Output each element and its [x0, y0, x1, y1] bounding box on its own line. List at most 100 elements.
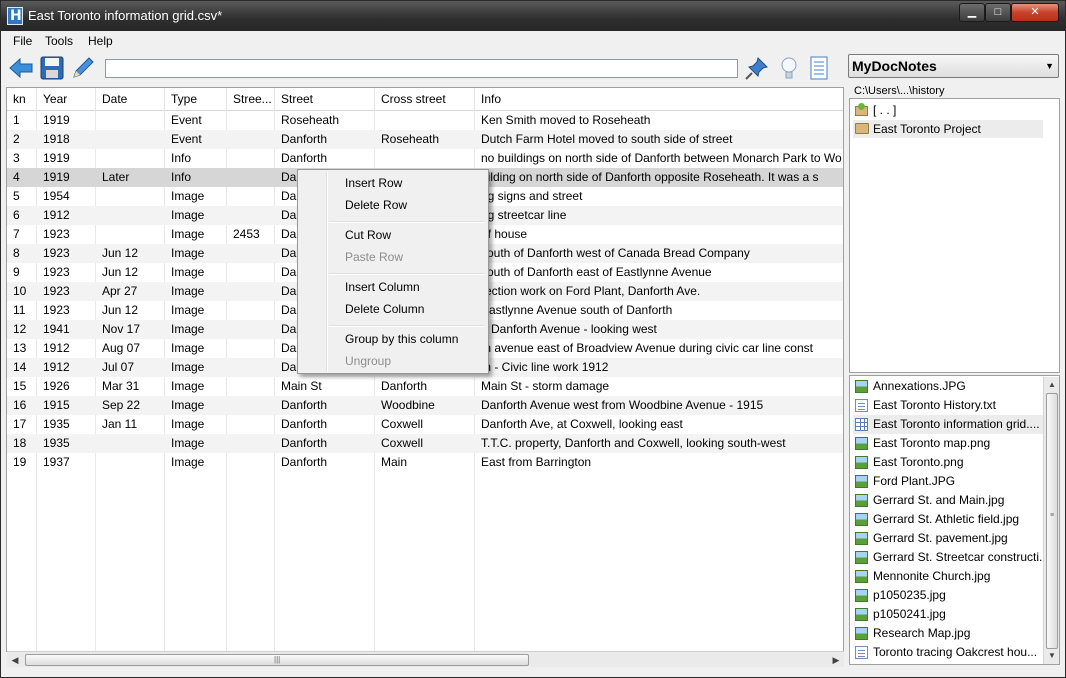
- table-cell[interactable]: 19: [7, 453, 37, 472]
- table-row[interactable]: 18 1935 Image Danforth Coxwell T.T.C. propert…: [7, 434, 843, 453]
- column-header[interactable]: Date: [96, 88, 165, 111]
- table-cell[interactable]: Roseheath: [275, 111, 375, 130]
- table-cell[interactable]: 1918: [37, 130, 96, 149]
- table-cell[interactable]: Danforth: [275, 453, 375, 472]
- table-cell[interactable]: Image: [165, 320, 227, 339]
- file-item[interactable]: p1050241.jpg: [853, 605, 1043, 624]
- table-cell[interactable]: 1935: [37, 415, 96, 434]
- table-cell[interactable]: Event: [165, 111, 227, 130]
- back-arrow-icon[interactable]: [8, 55, 34, 81]
- file-item[interactable]: Ford Plant.JPG: [853, 472, 1043, 491]
- table-cell[interactable]: Jan 11: [96, 415, 165, 434]
- table-cell[interactable]: 14: [7, 358, 37, 377]
- table-cell[interactable]: 15: [7, 377, 37, 396]
- table-cell[interactable]: ng signs and street: [475, 187, 843, 206]
- table-cell[interactable]: 1941: [37, 320, 96, 339]
- table-cell[interactable]: Main: [375, 453, 475, 472]
- table-cell[interactable]: [227, 149, 275, 168]
- table-cell[interactable]: [227, 415, 275, 434]
- table-cell[interactable]: Dutch Farm Hotel moved to south side of …: [475, 130, 843, 149]
- column-header[interactable]: Cross street: [375, 88, 475, 111]
- table-cell[interactable]: 2: [7, 130, 37, 149]
- file-item[interactable]: East Toronto map.png: [853, 434, 1043, 453]
- vertical-scrollbar[interactable]: ▲ ≡ ▼: [1043, 377, 1059, 664]
- table-cell[interactable]: 5: [7, 187, 37, 206]
- table-cell[interactable]: 12: [7, 320, 37, 339]
- save-disk-icon[interactable]: [39, 55, 65, 81]
- table-cell[interactable]: 1935: [37, 434, 96, 453]
- table-row[interactable]: 2 1918 Event Danforth Roseheath Dutch Farm Ho…: [7, 130, 843, 149]
- notes-page-icon[interactable]: [806, 55, 832, 81]
- table-cell[interactable]: th - Civic line work 1912: [475, 358, 843, 377]
- menu-file[interactable]: File: [13, 34, 32, 48]
- table-cell[interactable]: [96, 187, 165, 206]
- file-item[interactable]: Gerrard St. Athletic field.jpg: [853, 510, 1043, 529]
- table-cell[interactable]: 1919: [37, 111, 96, 130]
- table-cell[interactable]: 1937: [37, 453, 96, 472]
- table-cell[interactable]: Event: [165, 130, 227, 149]
- column-header[interactable]: Stree...: [227, 88, 275, 111]
- table-cell[interactable]: 3: [7, 149, 37, 168]
- table-cell[interactable]: 1923: [37, 282, 96, 301]
- minimize-button[interactable]: ▁: [959, 3, 985, 22]
- table-cell[interactable]: [96, 434, 165, 453]
- table-cell[interactable]: [227, 244, 275, 263]
- file-item[interactable]: Gerrard St. pavement.jpg: [853, 529, 1043, 548]
- lightbulb-icon[interactable]: [776, 55, 802, 81]
- table-cell[interactable]: Image: [165, 187, 227, 206]
- table-cell[interactable]: Woodbine: [375, 396, 475, 415]
- table-cell[interactable]: ng streetcar line: [475, 206, 843, 225]
- table-cell[interactable]: Image: [165, 434, 227, 453]
- context-menu-item[interactable]: Delete Column: [300, 299, 486, 320]
- column-header[interactable]: Type: [165, 88, 227, 111]
- table-cell[interactable]: Aug 07: [96, 339, 165, 358]
- scroll-right-icon[interactable]: ▶: [829, 653, 843, 667]
- table-cell[interactable]: Image: [165, 358, 227, 377]
- table-cell[interactable]: 18: [7, 434, 37, 453]
- table-cell[interactable]: 13: [7, 339, 37, 358]
- column-header[interactable]: Info: [475, 88, 843, 111]
- scroll-up-icon[interactable]: ▲: [1045, 378, 1059, 392]
- table-cell[interactable]: Main St - storm damage: [475, 377, 843, 396]
- table-cell[interactable]: Jun 12: [96, 244, 165, 263]
- table-cell[interactable]: 17: [7, 415, 37, 434]
- table-cell[interactable]: [227, 130, 275, 149]
- table-cell[interactable]: East from Barrington: [475, 453, 843, 472]
- table-cell[interactable]: no buildings on north side of Danforth b…: [475, 149, 843, 168]
- close-button[interactable]: ✕: [1011, 3, 1059, 22]
- table-row[interactable]: 3 1919 Info Danforth no buildings on north s…: [7, 149, 843, 168]
- file-item[interactable]: Research Map.jpg: [853, 624, 1043, 643]
- table-cell[interactable]: [96, 453, 165, 472]
- table-cell[interactable]: Image: [165, 415, 227, 434]
- maximize-button[interactable]: □: [985, 3, 1011, 22]
- edit-pencil-icon[interactable]: [70, 55, 96, 81]
- table-cell[interactable]: Sep 22: [96, 396, 165, 415]
- table-cell[interactable]: Jun 12: [96, 301, 165, 320]
- table-cell[interactable]: Danforth: [275, 149, 375, 168]
- file-item[interactable]: p1050235.jpg: [853, 586, 1043, 605]
- table-cell[interactable]: Danforth Avenue west from Woodbine Avenu…: [475, 396, 843, 415]
- table-cell[interactable]: Danforth: [275, 130, 375, 149]
- table-cell[interactable]: 1926: [37, 377, 96, 396]
- table-cell[interactable]: [227, 320, 275, 339]
- table-cell[interactable]: [227, 187, 275, 206]
- table-cell[interactable]: 1923: [37, 301, 96, 320]
- table-cell[interactable]: 1912: [37, 358, 96, 377]
- directory-item-east-toronto-project[interactable]: East Toronto Project: [853, 120, 1043, 138]
- table-cell[interactable]: Image: [165, 396, 227, 415]
- table-cell[interactable]: Main St: [275, 377, 375, 396]
- context-menu-item[interactable]: Cut Row: [300, 225, 486, 246]
- table-cell[interactable]: [96, 149, 165, 168]
- table-cell[interactable]: 10: [7, 282, 37, 301]
- table-cell[interactable]: Image: [165, 206, 227, 225]
- table-cell[interactable]: [96, 111, 165, 130]
- scroll-down-icon[interactable]: ▼: [1045, 649, 1059, 663]
- table-cell[interactable]: 1: [7, 111, 37, 130]
- file-item[interactable]: East Toronto History.txt: [853, 396, 1043, 415]
- table-cell[interactable]: uilding on north side of Danforth opposi…: [475, 168, 843, 187]
- table-cell[interactable]: [227, 434, 275, 453]
- table-cell[interactable]: [375, 149, 475, 168]
- table-cell[interactable]: Image: [165, 225, 227, 244]
- notes-selector-dropdown[interactable]: MyDocNotes ▼: [848, 54, 1059, 78]
- table-cell[interactable]: 1923: [37, 263, 96, 282]
